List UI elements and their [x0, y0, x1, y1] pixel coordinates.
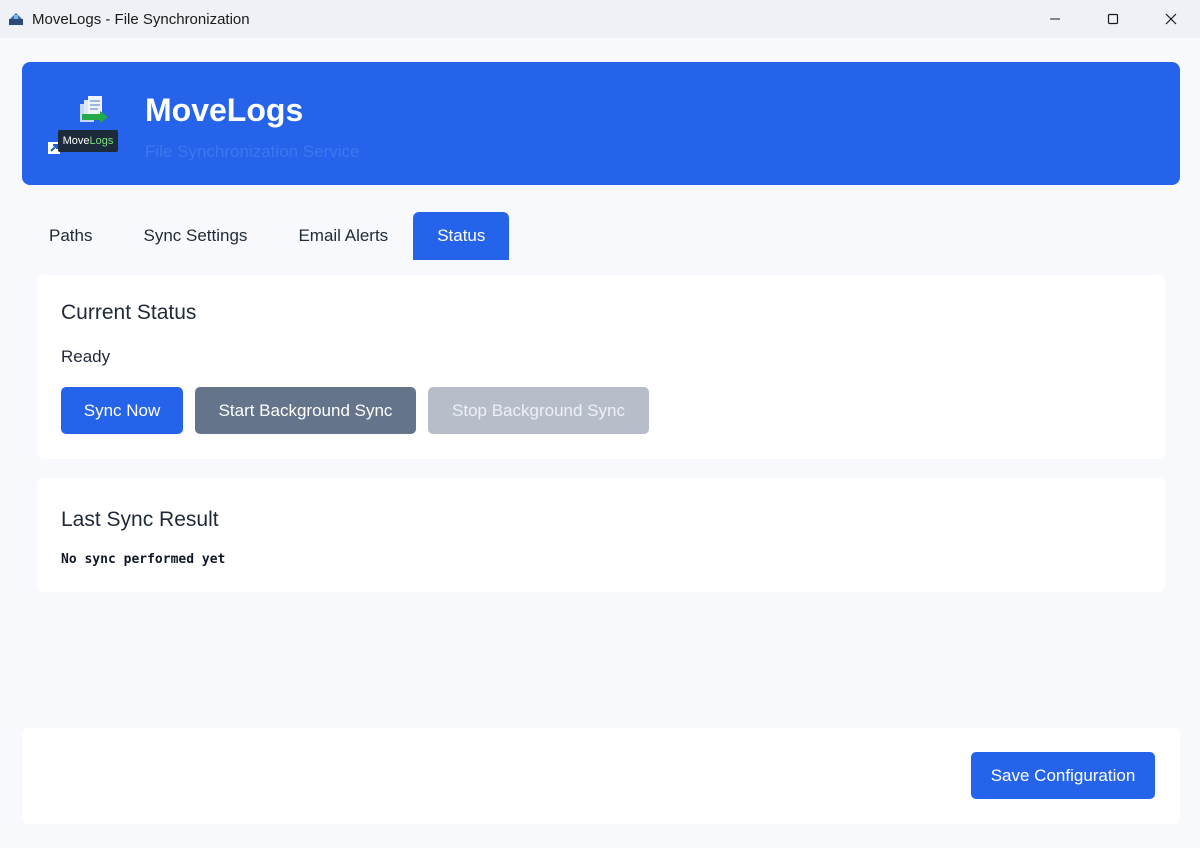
- app-subtitle: File Synchronization Service: [145, 142, 360, 161]
- title-bar: MoveLogs - File Synchronization: [0, 0, 1200, 38]
- stop-background-sync-button[interactable]: Stop Background Sync: [428, 387, 649, 434]
- last-sync-result-card: Last Sync Result No sync performed yet: [37, 478, 1165, 592]
- current-status-card: Current Status Ready Sync Now Start Back…: [37, 275, 1165, 459]
- logo-text-main: Move: [62, 135, 90, 147]
- save-configuration-button[interactable]: Save Configuration: [971, 752, 1155, 799]
- app-title: MoveLogs: [145, 92, 304, 128]
- logo-wordmark: Move Logs: [58, 130, 118, 152]
- window-title: MoveLogs - File Synchronization: [32, 10, 250, 28]
- status-text: Ready: [61, 347, 111, 366]
- sync-now-button[interactable]: Sync Now: [61, 387, 183, 434]
- tab-bar: Paths Sync Settings Email Alerts Status: [28, 212, 510, 260]
- last-sync-result-text: No sync performed yet: [61, 552, 226, 567]
- logo-text-accent: Logs: [89, 135, 114, 147]
- tab-paths[interactable]: Paths: [28, 212, 113, 260]
- start-background-sync-button[interactable]: Start Background Sync: [195, 387, 416, 434]
- tab-email-alerts[interactable]: Email Alerts: [277, 212, 413, 260]
- tab-status[interactable]: Status: [413, 212, 510, 260]
- movelogs-app-icon: [7, 10, 25, 28]
- footer-bar: Save Configuration: [22, 728, 1180, 824]
- close-icon[interactable]: [1142, 0, 1200, 38]
- tab-sync-settings[interactable]: Sync Settings: [113, 212, 277, 260]
- minimize-icon[interactable]: [1026, 0, 1084, 38]
- current-status-title: Current Status: [61, 301, 197, 324]
- last-sync-result-title: Last Sync Result: [61, 508, 219, 531]
- maximize-icon[interactable]: [1084, 0, 1142, 38]
- main-content: Move Logs MoveLogs File Synchronization S…: [0, 38, 1200, 848]
- header-banner: Move Logs MoveLogs File Synchronization S…: [22, 62, 1180, 185]
